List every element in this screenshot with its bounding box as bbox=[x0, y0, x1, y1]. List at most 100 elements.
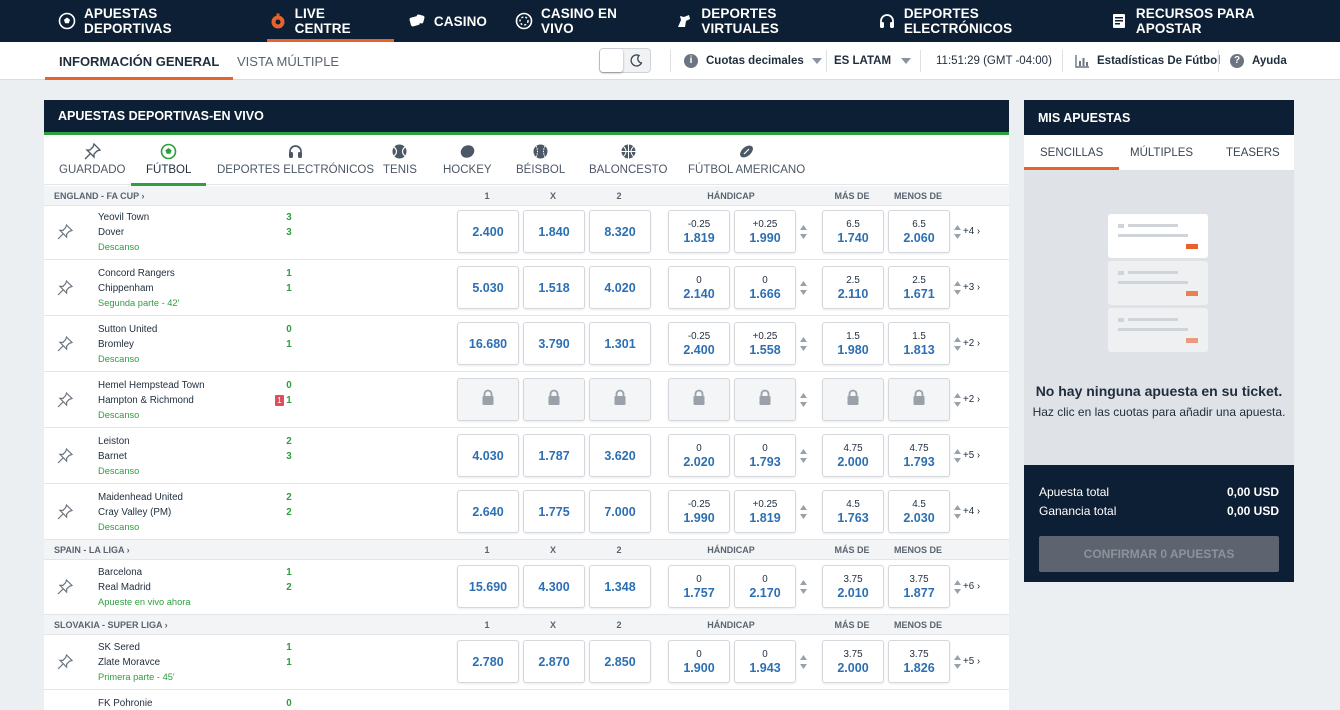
tab-informacion-general[interactable]: INFORMACIÓN GENERAL bbox=[44, 42, 234, 80]
odds-button[interactable]: 0 1.666 bbox=[734, 266, 796, 309]
more-markets-link[interactable]: +5 › bbox=[963, 656, 980, 667]
tab-teasers[interactable]: TEASERS bbox=[1226, 135, 1280, 170]
more-markets-link[interactable]: +3 › bbox=[963, 282, 980, 293]
odds-button[interactable]: 2.850 bbox=[589, 640, 651, 683]
nav-apuestas-deportivas[interactable]: APUESTAS DEPORTIVAS bbox=[56, 0, 255, 42]
odds-button[interactable]: 1.301 bbox=[589, 322, 651, 365]
odds-button[interactable]: -0.25 2.400 bbox=[668, 322, 730, 365]
odds-value: 1.787 bbox=[538, 448, 570, 463]
nav-casino[interactable]: CASINO bbox=[406, 0, 501, 42]
stats-link[interactable]: Estadísticas De Fútbol bbox=[1075, 42, 1220, 80]
odds-button[interactable]: 1.5 1.980 bbox=[822, 322, 884, 365]
pin-icon[interactable] bbox=[57, 335, 74, 352]
total-stake-label: Apuesta total bbox=[1039, 485, 1110, 499]
odds-button[interactable]: 3.75 1.826 bbox=[888, 640, 950, 683]
tab-sport-5[interactable]: BÉISBOL bbox=[516, 135, 565, 185]
headset-icon bbox=[878, 12, 896, 30]
odds-button[interactable]: 15.690 bbox=[457, 565, 519, 608]
odds-button[interactable]: 2.5 1.671 bbox=[888, 266, 950, 309]
odds-button[interactable]: 2.640 bbox=[457, 490, 519, 533]
odds-button[interactable]: +0.25 1.558 bbox=[734, 322, 796, 365]
more-markets-link[interactable]: +4 › bbox=[963, 226, 980, 237]
updown-arrows-icon bbox=[799, 279, 808, 297]
score-away: 2 bbox=[286, 582, 292, 593]
tab-sport-3[interactable]: TENIS bbox=[383, 135, 417, 185]
nav-deportes-virtuales[interactable]: DEPORTES VIRTUALES bbox=[673, 0, 863, 42]
odds-format-select[interactable]: i Cuotas decimales bbox=[684, 42, 822, 80]
tab-multiples[interactable]: MÚLTIPLES bbox=[1130, 135, 1193, 170]
odds-button[interactable]: 3.790 bbox=[523, 322, 585, 365]
odds-button[interactable]: 0 2.140 bbox=[668, 266, 730, 309]
odds-button[interactable]: 0 2.020 bbox=[668, 434, 730, 477]
league-name[interactable]: SLOVAKIA - SUPER LIGA › bbox=[54, 620, 168, 630]
odds-button[interactable]: -0.25 1.990 bbox=[668, 490, 730, 533]
odds-button[interactable]: 4.5 1.763 bbox=[822, 490, 884, 533]
more-markets-link[interactable]: +2 › bbox=[963, 338, 980, 349]
language-select[interactable]: ES LATAM bbox=[834, 42, 912, 80]
odds-button[interactable]: 0 2.170 bbox=[734, 565, 796, 608]
odds-button[interactable]: 1.787 bbox=[523, 434, 585, 477]
tab-vista-multiple[interactable]: VISTA MÚLTIPLE bbox=[237, 42, 339, 80]
odds-button[interactable]: 3.75 1.877 bbox=[888, 565, 950, 608]
odds-button[interactable]: 4.5 2.030 bbox=[888, 490, 950, 533]
odds-button[interactable]: 4.75 1.793 bbox=[888, 434, 950, 477]
nav-casino-en-vivo[interactable]: CASINO EN VIVO bbox=[513, 0, 661, 42]
tab-sport-1[interactable]: FÚTBOL bbox=[130, 135, 207, 186]
odds-button[interactable]: -0.25 1.819 bbox=[668, 210, 730, 253]
pin-icon[interactable] bbox=[57, 578, 74, 595]
odds-button[interactable]: 2.870 bbox=[523, 640, 585, 683]
help-link[interactable]: ? Ayuda bbox=[1230, 42, 1287, 80]
odds-button[interactable]: +0.25 1.990 bbox=[734, 210, 796, 253]
pin-icon[interactable] bbox=[57, 653, 74, 670]
odds-button[interactable]: 3.620 bbox=[589, 434, 651, 477]
odds-button[interactable]: 2.780 bbox=[457, 640, 519, 683]
odds-button[interactable]: 1.348 bbox=[589, 565, 651, 608]
odds-button[interactable]: +0.25 1.819 bbox=[734, 490, 796, 533]
odds-button[interactable]: 7.000 bbox=[589, 490, 651, 533]
nav-deportes-electronicos[interactable]: DEPORTES ELECTRÓNICOS bbox=[876, 0, 1096, 42]
odds-button[interactable]: 0 1.757 bbox=[668, 565, 730, 608]
tab-sport-4[interactable]: HOCKEY bbox=[443, 135, 492, 185]
odds-button[interactable]: 4.300 bbox=[523, 565, 585, 608]
tab-sencillas[interactable]: SENCILLAS bbox=[1024, 135, 1120, 170]
odds-button[interactable]: 16.680 bbox=[457, 322, 519, 365]
odds-button[interactable]: 0 1.943 bbox=[734, 640, 796, 683]
pin-icon[interactable] bbox=[57, 279, 74, 296]
odds-button[interactable]: 1.775 bbox=[523, 490, 585, 533]
league-name[interactable]: ENGLAND - FA CUP › bbox=[54, 191, 145, 201]
odds-button[interactable]: 8.320 bbox=[589, 210, 651, 253]
more-markets-link[interactable]: +4 › bbox=[963, 506, 980, 517]
odds-button[interactable]: 2.400 bbox=[457, 210, 519, 253]
tab-sport-0[interactable]: GUARDADO bbox=[59, 135, 125, 185]
odds-button[interactable]: 3.75 2.010 bbox=[822, 565, 884, 608]
tab-sport-2[interactable]: DEPORTES ELECTRÓNICOS bbox=[217, 135, 374, 185]
dark-mode-toggle[interactable] bbox=[599, 48, 651, 73]
odds-button[interactable]: 5.030 bbox=[457, 266, 519, 309]
nav-recursos-para-apostar[interactable]: RECURSOS PARA APOSTAR bbox=[1108, 0, 1328, 42]
odds-button[interactable]: 3.75 2.000 bbox=[822, 640, 884, 683]
pin-icon[interactable] bbox=[57, 391, 74, 408]
pin-icon[interactable] bbox=[57, 447, 74, 464]
odds-button[interactable]: 6.5 2.060 bbox=[888, 210, 950, 253]
tab-sport-7[interactable]: FÚTBOL AMERICANO bbox=[688, 135, 805, 185]
odds-button[interactable]: 2.5 2.110 bbox=[822, 266, 884, 309]
odds-button[interactable]: 4.020 bbox=[589, 266, 651, 309]
odds-button[interactable]: 6.5 1.740 bbox=[822, 210, 884, 253]
league-name[interactable]: SPAIN - LA LIGA › bbox=[54, 545, 130, 555]
pin-icon[interactable] bbox=[57, 223, 74, 240]
tab-sport-6[interactable]: BALONCESTO bbox=[589, 135, 667, 185]
more-markets-link[interactable]: +2 › bbox=[963, 394, 980, 405]
pin-icon[interactable] bbox=[57, 503, 74, 520]
odds-button[interactable]: 1.5 1.813 bbox=[888, 322, 950, 365]
more-markets-link[interactable]: +6 › bbox=[963, 581, 980, 592]
odds-button[interactable]: 4.75 2.000 bbox=[822, 434, 884, 477]
odds-button[interactable]: 0 1.793 bbox=[734, 434, 796, 477]
odds-button[interactable]: 1.840 bbox=[523, 210, 585, 253]
odds-button[interactable]: 0 1.900 bbox=[668, 640, 730, 683]
nav-live-centre[interactable]: LIVE CENTRE bbox=[266, 0, 395, 42]
odds-button[interactable]: 1.518 bbox=[523, 266, 585, 309]
odds-line: 4.5 bbox=[912, 498, 926, 510]
more-markets-link[interactable]: +5 › bbox=[963, 450, 980, 461]
odds-button[interactable]: 4.030 bbox=[457, 434, 519, 477]
confirm-bets-button[interactable]: CONFIRMAR 0 APUESTAS bbox=[1039, 536, 1279, 572]
